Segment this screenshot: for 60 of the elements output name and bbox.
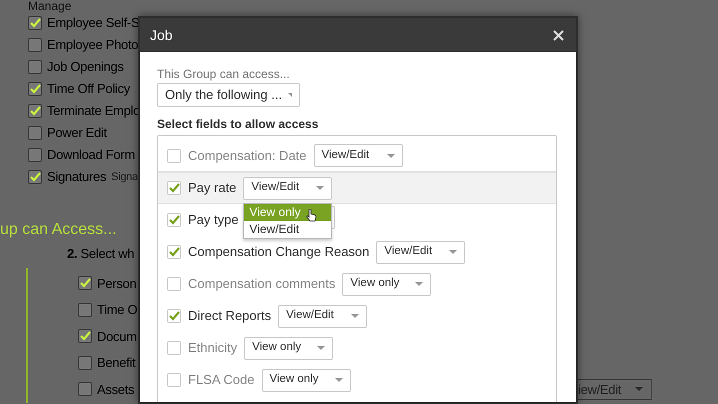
checkbox-label: Docum [97,328,137,346]
access-dropdown[interactable]: View/Edit [314,144,403,168]
checkbox[interactable] [28,82,42,96]
checkbox-label: Person [97,274,136,292]
checkbox-label: Download Form [47,146,135,164]
access-dropdown[interactable]: View only [342,272,432,296]
field-label: Direct Reports [188,307,272,326]
section-heading: up can Access... [0,220,117,240]
checkbox[interactable] [28,126,42,140]
checkbox[interactable] [78,302,92,317]
access-dropdown[interactable]: View/Edit [376,240,466,264]
field-label: Pay rate [188,179,236,198]
checkbox-label: Assets [97,380,134,398]
checkbox[interactable] [78,276,92,290]
field-label: Pay type [188,211,239,230]
checkbox-label: Power Edit [47,124,107,142]
checkbox[interactable] [28,148,42,162]
caret-icon [334,378,342,382]
caret-icon [415,282,424,286]
checkbox[interactable] [78,382,92,396]
hand-cursor-icon [306,209,318,222]
checkbox[interactable] [28,60,42,74]
checkbox[interactable] [28,16,42,30]
checkbox-label: Time O [97,301,138,319]
checkbox-label: Employee Self-S [47,14,140,32]
checkbox[interactable] [78,329,92,344]
caret-icon [316,186,324,190]
access-dropdown[interactable]: View only [244,336,334,360]
fields-label: Select fields to allow access [157,117,320,131]
step-text: 2. Select wh [67,245,134,263]
checkbox-label: Time Off Policy [47,80,130,98]
access-dropdown[interactable]: Only the following ... [157,83,300,107]
dialog-title: Job [150,26,173,44]
caret-icon [449,250,458,254]
close-icon[interactable] [553,30,564,40]
caret-icon [288,93,292,97]
checkbox[interactable] [28,170,42,184]
access-dropdown[interactable]: View/Edit [278,304,368,328]
access-dropdown[interactable]: View/Edit [243,176,332,200]
checkbox-label: Signatures [47,168,106,186]
caret-icon [317,346,326,350]
checkbox[interactable] [28,104,42,118]
checkbox-label: Employee Photo [47,36,138,54]
caret-icon [386,154,395,158]
field-label: Compensation Change Reason [188,243,370,262]
checkbox[interactable] [78,356,92,370]
menu-option[interactable]: View/Edit [244,221,332,238]
caret-icon [351,314,360,318]
checkbox-label: Job Openings [47,58,124,76]
access-dropdown[interactable]: View only [262,368,350,392]
caret-icon [635,387,643,392]
section-label: Manage [28,0,72,12]
checkbox-label: Benefit [97,354,136,372]
field-label: Ethnicity [188,339,238,358]
access-label: This Group can access... [157,67,291,83]
field-label: Compensation comments [188,275,336,294]
note-text: Signa [111,170,138,185]
checkbox[interactable] [28,38,42,52]
field-label: Compensation: Date [188,146,307,165]
field-label: FLSA Code [188,371,254,390]
